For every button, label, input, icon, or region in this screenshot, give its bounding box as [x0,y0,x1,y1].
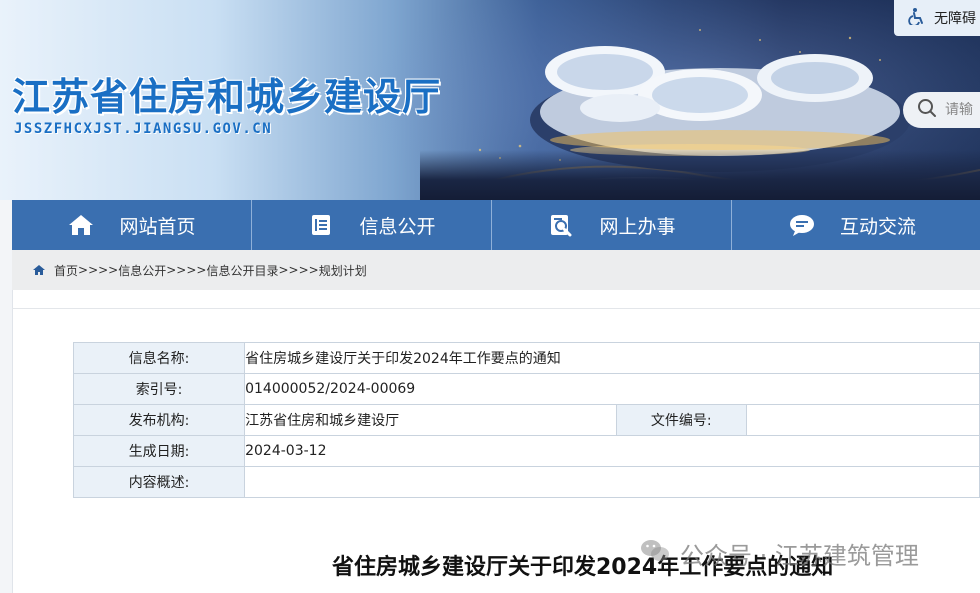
content-divider [12,308,980,309]
breadcrumb-home[interactable]: 首页 [54,262,78,279]
meta-summary-value [244,466,980,498]
breadcrumb: 首页 >> >> 信息公开 >> >> 信息公开目录 >> >> 规划计划 [12,250,980,290]
left-margin [0,200,12,593]
breadcrumb-catalog[interactable]: 信息公开目录 [206,262,278,279]
wechat-icon [640,538,670,570]
meta-index-label: 索引号: [72,373,246,405]
breadcrumb-separator: >> [186,263,207,277]
meta-docno-label: 文件编号: [615,404,747,436]
nav-item-info-label: 信息公开 [359,215,436,238]
table-row: 索引号: 014000052/2024-00069 [72,373,980,405]
table-row: 发布机构: 江苏省住房和城乡建设厅 文件编号: [72,404,980,436]
breadcrumb-separator: >> [98,263,119,277]
search-box[interactable] [903,92,980,128]
breadcrumb-separator: >> [278,263,299,277]
nav-item-interact[interactable]: 互动交流 [732,200,972,250]
site-domain: JSSZFHCXJST.JIANGSU.GOV.CN [14,121,273,137]
search-input[interactable] [945,102,980,118]
wheelchair-icon [908,7,926,29]
meta-name-label: 信息名称: [72,342,246,374]
breadcrumb-separator: >> [166,263,187,277]
meta-name-value: 省住房城乡建设厅关于印发2024年工作要点的通知 [244,342,980,374]
header-banner: 江苏省住房和城乡建设厅 JSSZFHCXJST.JIANGSU.GOV.CN [0,0,980,200]
table-row: 内容概述: [72,466,980,498]
breadcrumb-info[interactable]: 信息公开 [118,262,166,279]
main-nav: 网站首页 信息公开 网上办事 互动交流 [12,200,980,250]
meta-publisher-value: 江苏省住房和城乡建设厅 [244,404,617,436]
nav-item-service-label: 网上办事 [599,215,676,238]
nav-item-home-label: 网站首页 [119,215,196,238]
search-icon [917,98,937,122]
meta-docno-value [745,404,980,436]
table-row: 生成日期: 2024-03-12 [72,435,980,467]
site-title: 江苏省住房和城乡建设厅 [12,75,442,119]
nav-item-service[interactable]: 网上办事 [492,200,732,250]
watermark-text: 公众号 · 江苏建筑管理 [680,542,919,570]
accessibility-button[interactable]: 无障碍 [894,0,980,36]
nav-item-interact-label: 互动交流 [839,215,916,238]
meta-date-value: 2024-03-12 [244,435,980,467]
table-row: 信息名称: 省住房城乡建设厅关于印发2024年工作要点的通知 [72,342,980,374]
breadcrumb-home-icon [32,264,46,276]
chat-icon [788,211,816,239]
breadcrumb-separator: >> [78,263,99,277]
watermark: 公众号 · 江苏建筑管理 [640,536,919,571]
search-service-icon [547,211,575,239]
nav-item-home[interactable]: 网站首页 [12,200,252,250]
breadcrumb-separator: >> [298,263,319,277]
banner-ground [420,150,980,200]
meta-date-label: 生成日期: [72,435,246,467]
document-meta-table: 信息名称: 省住房城乡建设厅关于印发2024年工作要点的通知 索引号: 0140… [72,342,980,498]
nav-item-info[interactable]: 信息公开 [252,200,492,250]
meta-index-value: 014000052/2024-00069 [244,373,980,405]
home-icon [67,211,95,239]
meta-publisher-label: 发布机构: [72,404,246,436]
meta-summary-label: 内容概述: [72,466,246,498]
document-icon [307,211,335,239]
breadcrumb-planning[interactable]: 规划计划 [319,262,367,279]
accessibility-label: 无障碍 [934,11,976,27]
